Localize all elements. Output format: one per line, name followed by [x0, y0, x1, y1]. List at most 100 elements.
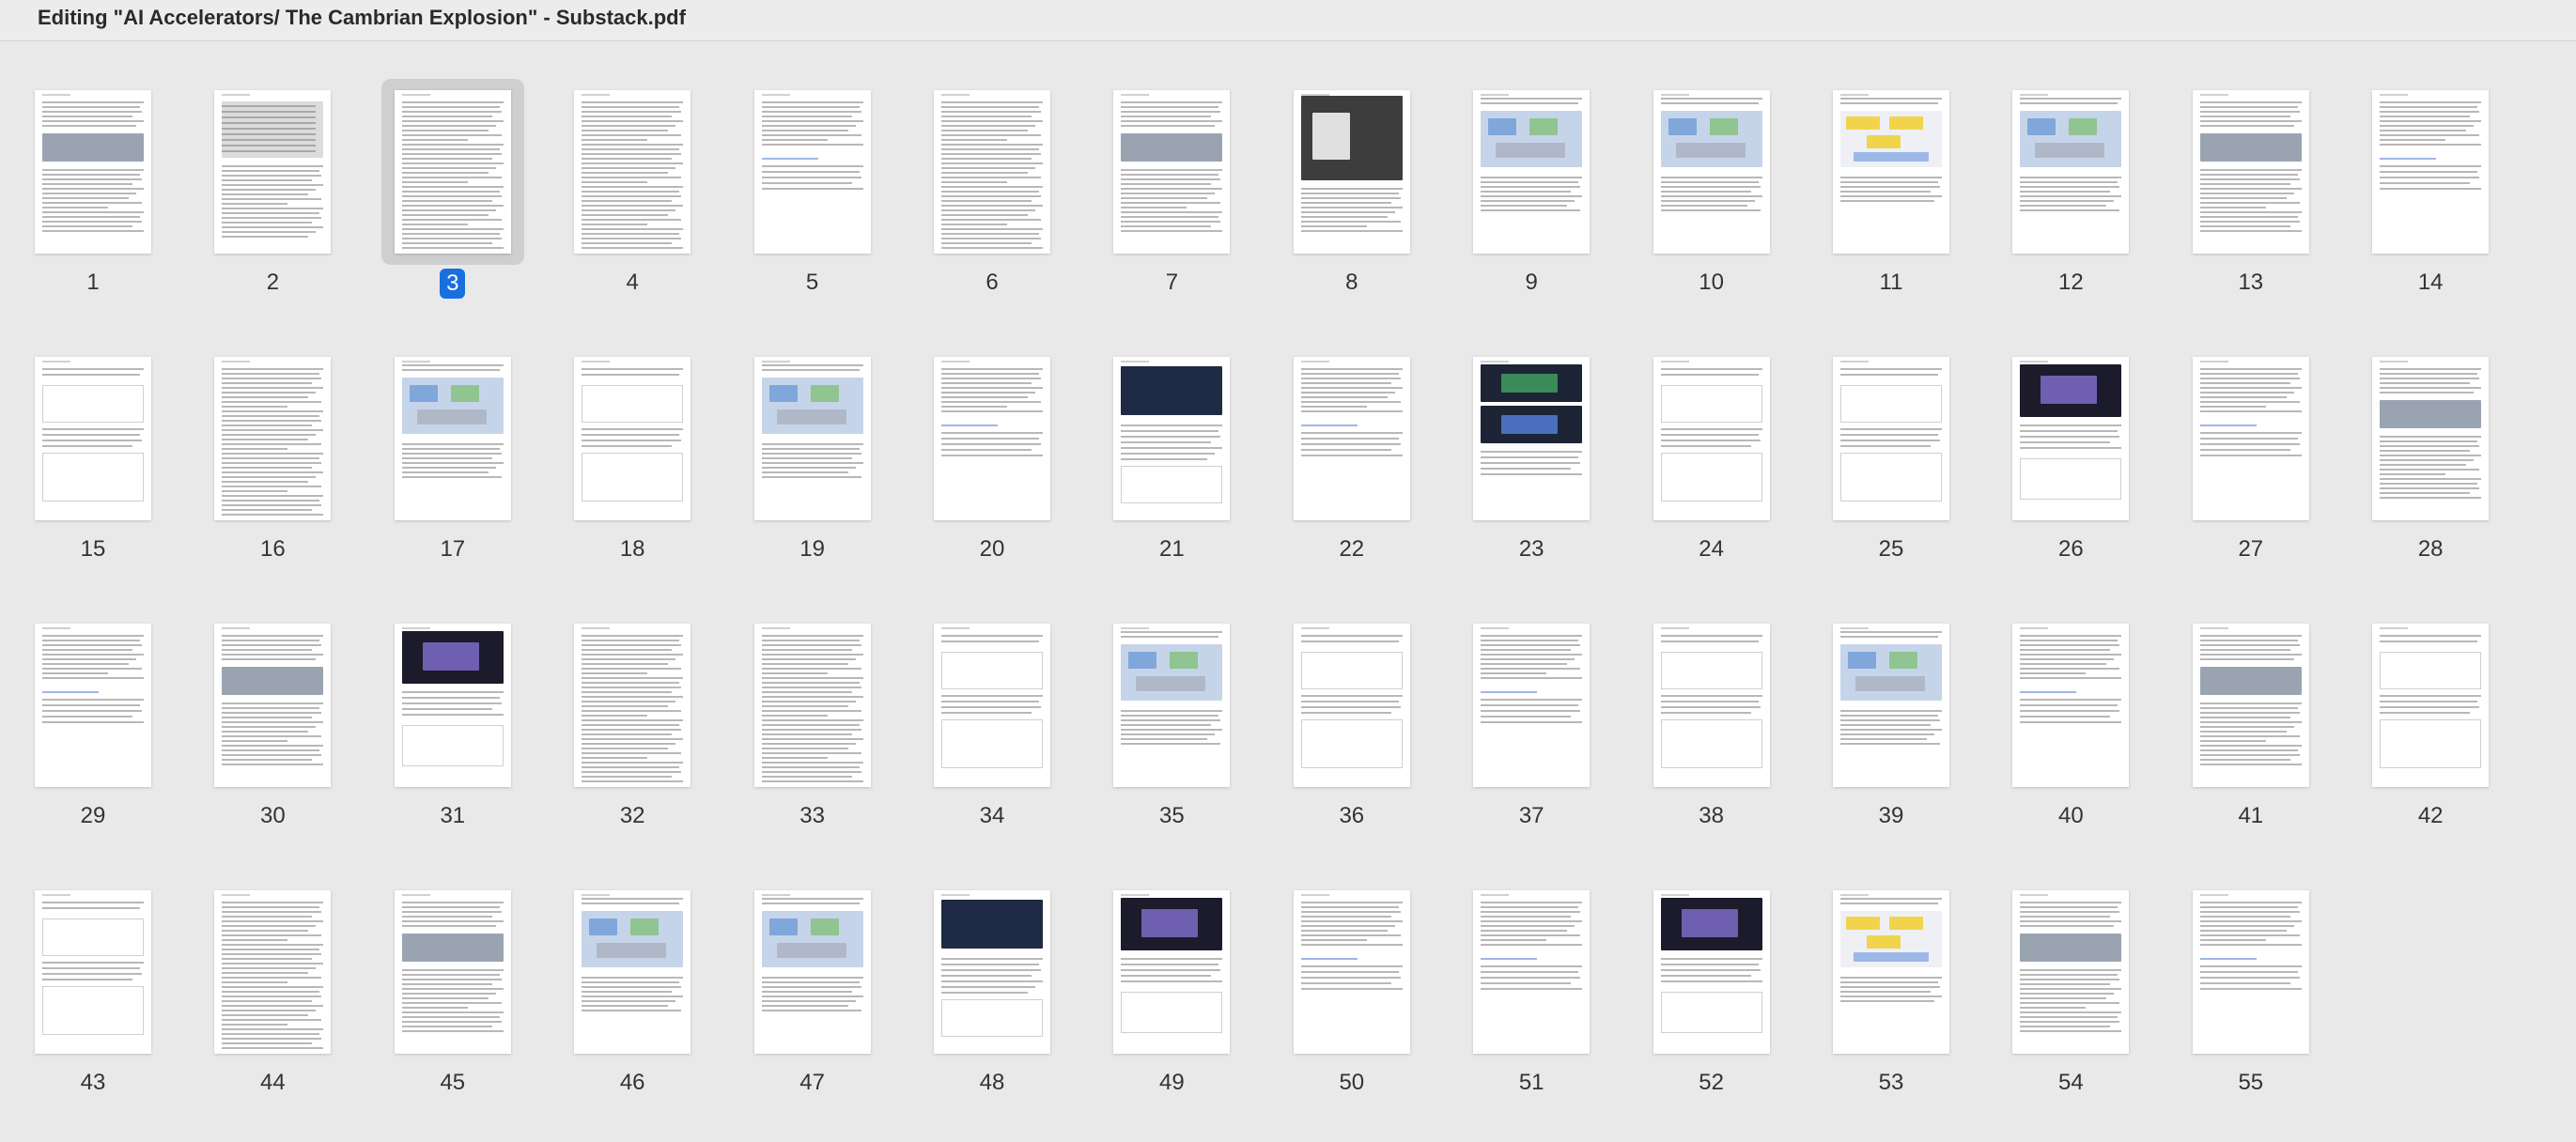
- page-preview[interactable]: [574, 890, 691, 1054]
- page-preview[interactable]: [2372, 90, 2490, 254]
- page-thumbnail-46[interactable]: 46: [548, 841, 717, 1104]
- page-preview[interactable]: [394, 624, 511, 787]
- page-preview[interactable]: [2372, 357, 2490, 520]
- page-preview[interactable]: [1473, 90, 1591, 254]
- page-thumbnail-31[interactable]: 31: [368, 575, 537, 838]
- page-thumbnail-6[interactable]: 6: [908, 41, 1077, 304]
- page-preview[interactable]: [1473, 624, 1591, 787]
- page-preview[interactable]: [2012, 890, 2130, 1054]
- page-thumbnail-13[interactable]: 13: [2166, 41, 2335, 304]
- page-thumbnail-55[interactable]: 55: [2166, 841, 2335, 1104]
- page-preview[interactable]: [934, 890, 1050, 1054]
- page-preview[interactable]: [1293, 90, 1410, 254]
- page-preview[interactable]: [753, 890, 871, 1054]
- page-preview[interactable]: [1653, 890, 1770, 1054]
- page-preview[interactable]: [753, 357, 871, 520]
- page-thumbnail-43[interactable]: 43: [8, 841, 178, 1104]
- page-thumbnail-8[interactable]: 8: [1267, 41, 1436, 304]
- page-preview[interactable]: [35, 357, 151, 520]
- page-thumbnail-11[interactable]: 11: [1807, 41, 1976, 304]
- page-thumbnail-27[interactable]: 27: [2166, 308, 2335, 571]
- page-preview[interactable]: [1833, 890, 1949, 1054]
- page-thumbnail-38[interactable]: 38: [1627, 575, 1796, 838]
- page-preview[interactable]: [2012, 624, 2130, 787]
- page-thumbnail-45[interactable]: 45: [368, 841, 537, 1104]
- page-thumbnail-1[interactable]: 1: [8, 41, 178, 304]
- page-preview[interactable]: [574, 90, 691, 254]
- page-preview[interactable]: [1113, 90, 1231, 254]
- page-preview[interactable]: [2012, 90, 2130, 254]
- page-thumbnail-49[interactable]: 49: [1087, 841, 1256, 1104]
- page-thumbnail-15[interactable]: 15: [8, 308, 178, 571]
- page-thumbnail-24[interactable]: 24: [1627, 308, 1796, 571]
- page-thumbnail-2[interactable]: 2: [188, 41, 357, 304]
- page-preview[interactable]: [1113, 357, 1231, 520]
- page-thumbnail-17[interactable]: 17: [368, 308, 537, 571]
- page-thumbnail-39[interactable]: 39: [1807, 575, 1976, 838]
- page-preview[interactable]: [753, 624, 871, 787]
- page-thumbnail-42[interactable]: 42: [2346, 575, 2515, 838]
- page-preview[interactable]: [1833, 90, 1949, 254]
- page-preview[interactable]: [1293, 357, 1410, 520]
- page-thumbnail-36[interactable]: 36: [1267, 575, 1436, 838]
- page-thumbnail-47[interactable]: 47: [728, 841, 897, 1104]
- page-preview[interactable]: [214, 90, 332, 254]
- page-thumbnail-37[interactable]: 37: [1447, 575, 1616, 838]
- page-thumbnail-44[interactable]: 44: [188, 841, 357, 1104]
- page-thumbnail-54[interactable]: 54: [1986, 841, 2155, 1104]
- page-thumbnail-9[interactable]: 9: [1447, 41, 1616, 304]
- page-preview[interactable]: [1833, 624, 1949, 787]
- page-preview[interactable]: [2192, 90, 2309, 254]
- page-thumbnail-22[interactable]: 22: [1267, 308, 1436, 571]
- page-thumbnail-14[interactable]: 14: [2346, 41, 2515, 304]
- page-thumbnail-48[interactable]: 48: [908, 841, 1077, 1104]
- page-thumbnail-34[interactable]: 34: [908, 575, 1077, 838]
- page-preview[interactable]: [574, 357, 691, 520]
- page-preview[interactable]: [35, 624, 151, 787]
- page-preview[interactable]: [574, 624, 691, 787]
- page-preview[interactable]: [1473, 357, 1591, 520]
- page-preview[interactable]: [934, 624, 1050, 787]
- page-preview[interactable]: [394, 890, 511, 1054]
- page-thumbnail-20[interactable]: 20: [908, 308, 1077, 571]
- page-thumbnail-21[interactable]: 21: [1087, 308, 1256, 571]
- page-preview[interactable]: [1293, 890, 1410, 1054]
- page-preview[interactable]: [1653, 624, 1770, 787]
- page-preview[interactable]: [2372, 624, 2490, 787]
- page-thumbnail-41[interactable]: 41: [2166, 575, 2335, 838]
- page-thumbnail-19[interactable]: 19: [728, 308, 897, 571]
- page-preview[interactable]: [35, 90, 151, 254]
- page-preview[interactable]: [1653, 357, 1770, 520]
- page-preview[interactable]: [1293, 624, 1410, 787]
- page-thumbnail-7[interactable]: 7: [1087, 41, 1256, 304]
- page-thumbnail-5[interactable]: 5: [728, 41, 897, 304]
- page-thumbnail-32[interactable]: 32: [548, 575, 717, 838]
- page-thumbnail-12[interactable]: 12: [1986, 41, 2155, 304]
- page-preview[interactable]: [394, 357, 511, 520]
- page-preview[interactable]: [2192, 890, 2309, 1054]
- page-thumbnail-50[interactable]: 50: [1267, 841, 1436, 1104]
- page-preview[interactable]: [1473, 890, 1591, 1054]
- page-thumbnail-53[interactable]: 53: [1807, 841, 1976, 1104]
- page-thumbnail-26[interactable]: 26: [1986, 308, 2155, 571]
- page-thumbnail-29[interactable]: 29: [8, 575, 178, 838]
- page-preview[interactable]: [1113, 624, 1231, 787]
- page-thumbnail-18[interactable]: 18: [548, 308, 717, 571]
- page-thumbnail-52[interactable]: 52: [1627, 841, 1796, 1104]
- page-thumbnail-33[interactable]: 33: [728, 575, 897, 838]
- page-thumbnail-35[interactable]: 35: [1087, 575, 1256, 838]
- page-thumbnail-16[interactable]: 16: [188, 308, 357, 571]
- page-preview[interactable]: [214, 357, 332, 520]
- page-preview[interactable]: [394, 90, 511, 254]
- page-preview[interactable]: [1113, 890, 1231, 1054]
- page-preview[interactable]: [35, 890, 151, 1054]
- page-preview[interactable]: [1833, 357, 1949, 520]
- page-preview[interactable]: [2012, 357, 2130, 520]
- page-preview[interactable]: [934, 357, 1050, 520]
- page-thumbnail-4[interactable]: 4: [548, 41, 717, 304]
- page-preview[interactable]: [214, 890, 332, 1054]
- page-thumbnail-23[interactable]: 23: [1447, 308, 1616, 571]
- page-thumbnail-28[interactable]: 28: [2346, 308, 2515, 571]
- page-thumbnail-30[interactable]: 30: [188, 575, 357, 838]
- page-preview[interactable]: [214, 624, 332, 787]
